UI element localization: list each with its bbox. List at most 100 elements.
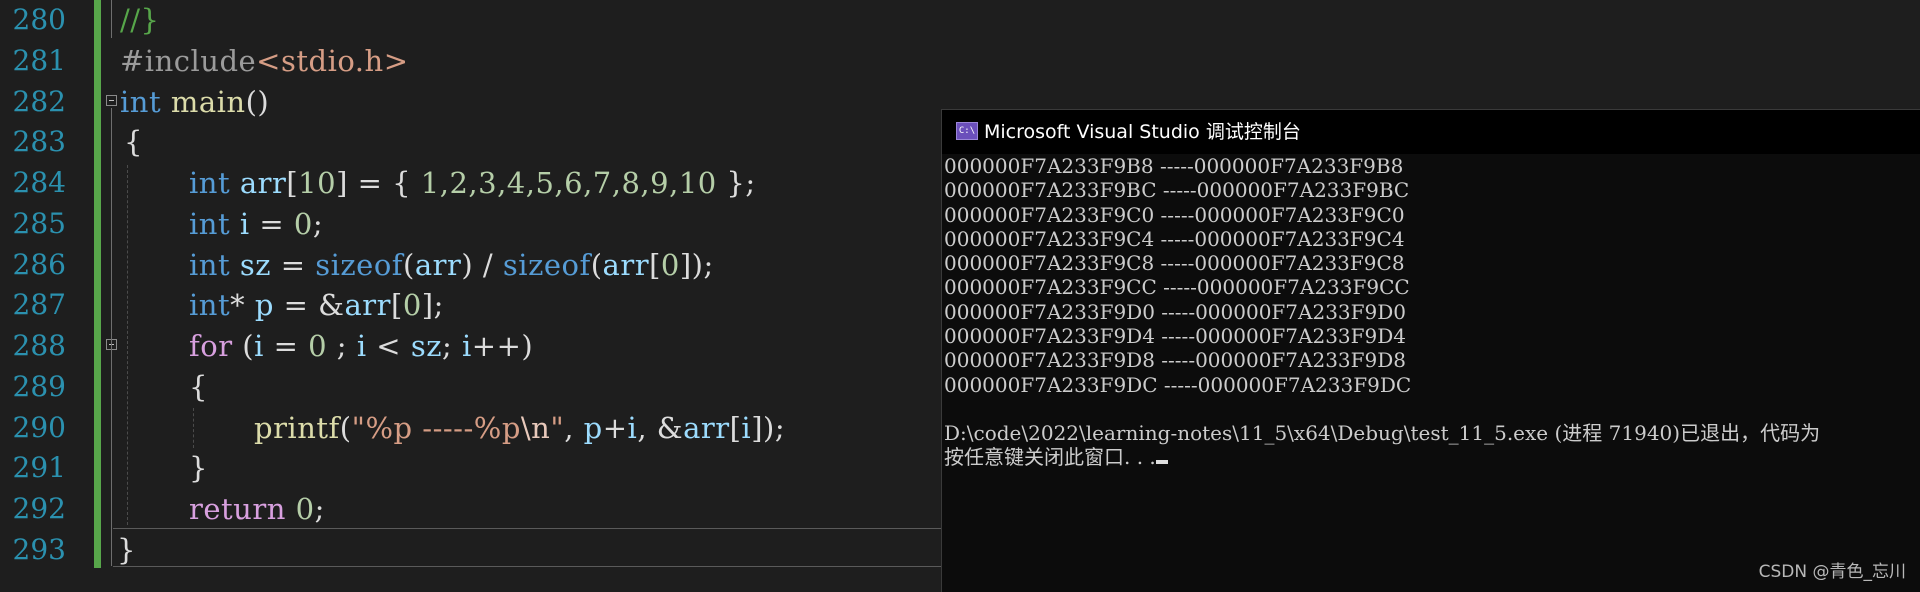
console-title-bar[interactable]: C:\ Microsoft Visual Studio 调试控制台 (942, 110, 1920, 154)
console-row: 000000F7A233F9C0 -----000000F7A233F9C0 (944, 202, 1405, 227)
brace: } (117, 533, 136, 567)
line-number: 288 (12, 329, 66, 362)
punct: * (230, 288, 255, 322)
code-line: } (189, 448, 208, 488)
console-app-icon: C:\ (956, 122, 978, 140)
code-line: return 0; (189, 489, 325, 529)
preprocessor: #include (120, 44, 257, 78)
console-row: 000000F7A233F9B8 -----000000F7A233F9B8 (944, 154, 1404, 178)
variable: arr (414, 248, 462, 282)
escape-sequence: \n (520, 411, 551, 445)
code-line: int* p = &arr[0]; (189, 285, 444, 325)
line-number: 285 (12, 207, 66, 240)
console-row: 000000F7A233F9C8 -----000000F7A233F9C8 (944, 251, 1405, 276)
console-title: Microsoft Visual Studio 调试控制台 (984, 121, 1301, 143)
collapse-icon[interactable] (106, 95, 117, 106)
keyword: int (120, 85, 162, 119)
variable: arr (239, 166, 287, 200)
punct: = & (273, 288, 345, 322)
variable: i (741, 411, 752, 445)
console-exit-message: D:\code\2022\learning-notes\11_5\x64\Deb… (944, 420, 1821, 445)
line-number: 286 (12, 248, 66, 281)
number: 0 (308, 329, 328, 363)
punct: [ (286, 166, 299, 200)
number: 0 (402, 288, 422, 322)
indent-guide (127, 165, 128, 525)
number: 10 (298, 166, 337, 200)
punct: ; (442, 329, 463, 363)
variable: p (583, 411, 603, 445)
punct: ; (314, 492, 325, 526)
code-line: { (124, 122, 143, 162)
punct: ( (403, 248, 415, 282)
console-row: 000000F7A233F9BC -----000000F7A233F9BC (944, 178, 1410, 203)
change-indicator-bar (94, 0, 101, 568)
code-line: for (i = 0 ; i < sz; i++) (189, 326, 533, 366)
fold-line (111, 0, 112, 38)
line-number: 282 (12, 85, 66, 118)
variable: p (254, 288, 274, 322)
punct: < (366, 329, 411, 363)
punct: [ (390, 288, 403, 322)
code-line: printf("%p -----%p\n", p+i, &arr[i]); (254, 408, 785, 448)
punct: ; (327, 329, 357, 363)
punct: = (271, 248, 316, 282)
number-list: 1,2,3,4,5,6,7,8,9,10 (420, 166, 717, 200)
punct: ) / (461, 248, 503, 282)
keyword: int (189, 166, 231, 200)
line-number: 293 (12, 533, 66, 566)
keyword: for (189, 329, 233, 363)
number: 0 (660, 248, 680, 282)
keyword: int (189, 207, 231, 241)
punct: ++) (471, 329, 534, 363)
line-number: 287 (12, 288, 66, 321)
keyword: int (189, 248, 231, 282)
console-row: 000000F7A233F9D4 -----000000F7A233F9D4 (944, 324, 1407, 349)
code-line: } (117, 530, 136, 570)
keyword: sizeof (502, 248, 591, 282)
punct (286, 492, 296, 526)
console-output: 000000F7A233F9B8 -----000000F7A233F9B8 00… (944, 154, 1820, 470)
line-number: 280 (12, 3, 66, 36)
punct: [ (649, 248, 661, 282)
punct: = (263, 329, 309, 363)
debug-console-window[interactable]: C:\ Microsoft Visual Studio 调试控制台 000000… (941, 109, 1920, 592)
punct: ( (590, 248, 603, 282)
console-row: 000000F7A233F9D0 -----000000F7A233F9D0 (944, 299, 1407, 324)
variable: sz (239, 248, 271, 282)
line-number: 283 (12, 125, 66, 158)
code-line: int arr[10] = { 1,2,3,4,5,6,7,8,9,10 }; (189, 163, 756, 203)
console-row: 000000F7A233F9C4 -----000000F7A233F9C4 (944, 226, 1405, 251)
current-line-highlight (113, 566, 942, 567)
keyword: sizeof (315, 248, 404, 282)
include-header: <stdio.h> (256, 44, 409, 78)
number: 0 (295, 492, 315, 526)
code-line: int i = 0; (189, 204, 323, 244)
console-row: 000000F7A233F9CC -----000000F7A233F9CC (944, 275, 1410, 300)
variable: i (627, 411, 638, 445)
punct: ]); (679, 248, 714, 282)
punct: ( (232, 329, 255, 363)
punct: () (245, 85, 270, 119)
number: 0 (293, 207, 313, 241)
line-number: 284 (12, 166, 66, 199)
keyword: int (189, 288, 231, 322)
punct: , & (637, 411, 684, 445)
punct: ] = { (336, 166, 421, 200)
punct: ( (339, 411, 352, 445)
code-line: //} (120, 0, 160, 40)
console-row: 000000F7A233F9D8 -----000000F7A233F9D8 (944, 348, 1407, 373)
line-number: 281 (12, 44, 66, 77)
variable: arr (344, 288, 391, 322)
code-line: int sz = sizeof(arr) / sizeof(arr[0]); (189, 245, 714, 285)
punct: ]); (751, 411, 786, 445)
function-name: printf (254, 411, 340, 445)
function-name: main (170, 85, 246, 119)
punct: = (249, 207, 294, 241)
line-number: 289 (12, 370, 66, 403)
variable: i (254, 329, 264, 363)
brace: { (124, 125, 143, 159)
comment: //} (120, 3, 160, 37)
fold-line (111, 108, 112, 566)
punct: + (602, 411, 628, 445)
